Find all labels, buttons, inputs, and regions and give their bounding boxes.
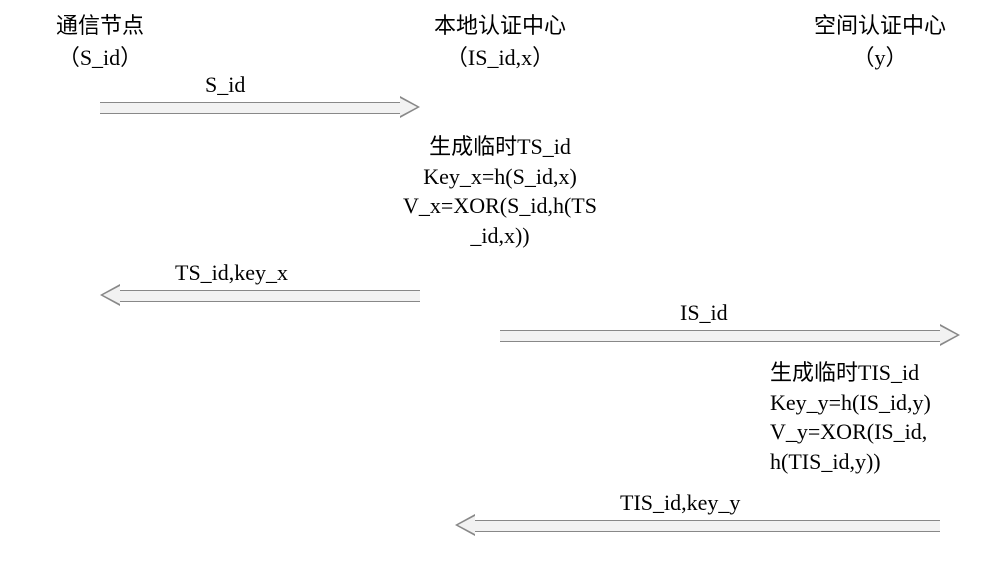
actor-local-title: 本地认证中心 bbox=[370, 8, 630, 40]
actor-node-sub: （S_id） bbox=[0, 40, 200, 72]
actor-space-title: 空间认证中心 bbox=[760, 8, 1000, 40]
calc-local-line3: V_x=XOR(S_id,h(TS bbox=[310, 191, 690, 221]
calc-block-space: 生成临时TIS_id Key_y=h(IS_id,y) V_y=XOR(IS_i… bbox=[770, 358, 1000, 477]
arrow-3-body bbox=[500, 330, 940, 342]
arrow-1-body bbox=[100, 102, 400, 114]
arrow-1-head bbox=[400, 96, 420, 118]
calc-space-line4: h(TIS_id,y)) bbox=[770, 447, 1000, 477]
actor-space: 空间认证中心 （y） bbox=[760, 8, 1000, 72]
arrow-2-label: TS_id,key_x bbox=[175, 260, 288, 286]
arrow-2-body bbox=[120, 290, 420, 302]
arrow-3-label: IS_id bbox=[680, 300, 728, 326]
arrow-1-label: S_id bbox=[205, 72, 245, 98]
calc-local-line1: 生成临时TS_id bbox=[310, 132, 690, 162]
actor-node: 通信节点 （S_id） bbox=[0, 8, 200, 72]
calc-space-line1: 生成临时TIS_id bbox=[770, 358, 1000, 388]
arrow-2-head bbox=[100, 284, 120, 306]
actor-node-title: 通信节点 bbox=[0, 8, 200, 40]
arrow-3-head bbox=[940, 324, 960, 346]
calc-space-line2: Key_y=h(IS_id,y) bbox=[770, 388, 1000, 418]
calc-space-line3: V_y=XOR(IS_id, bbox=[770, 417, 1000, 447]
calc-local-line2: Key_x=h(S_id,x) bbox=[310, 162, 690, 192]
calc-local-line4: _id,x)) bbox=[310, 221, 690, 251]
arrow-4-head bbox=[455, 514, 475, 536]
arrow-4-body bbox=[475, 520, 940, 532]
actor-local-sub: （IS_id,x） bbox=[370, 40, 630, 72]
actor-local: 本地认证中心 （IS_id,x） bbox=[370, 8, 630, 72]
arrow-4-label: TIS_id,key_y bbox=[620, 490, 740, 516]
actor-space-sub: （y） bbox=[760, 40, 1000, 72]
calc-block-local: 生成临时TS_id Key_x=h(S_id,x) V_x=XOR(S_id,h… bbox=[310, 132, 690, 251]
